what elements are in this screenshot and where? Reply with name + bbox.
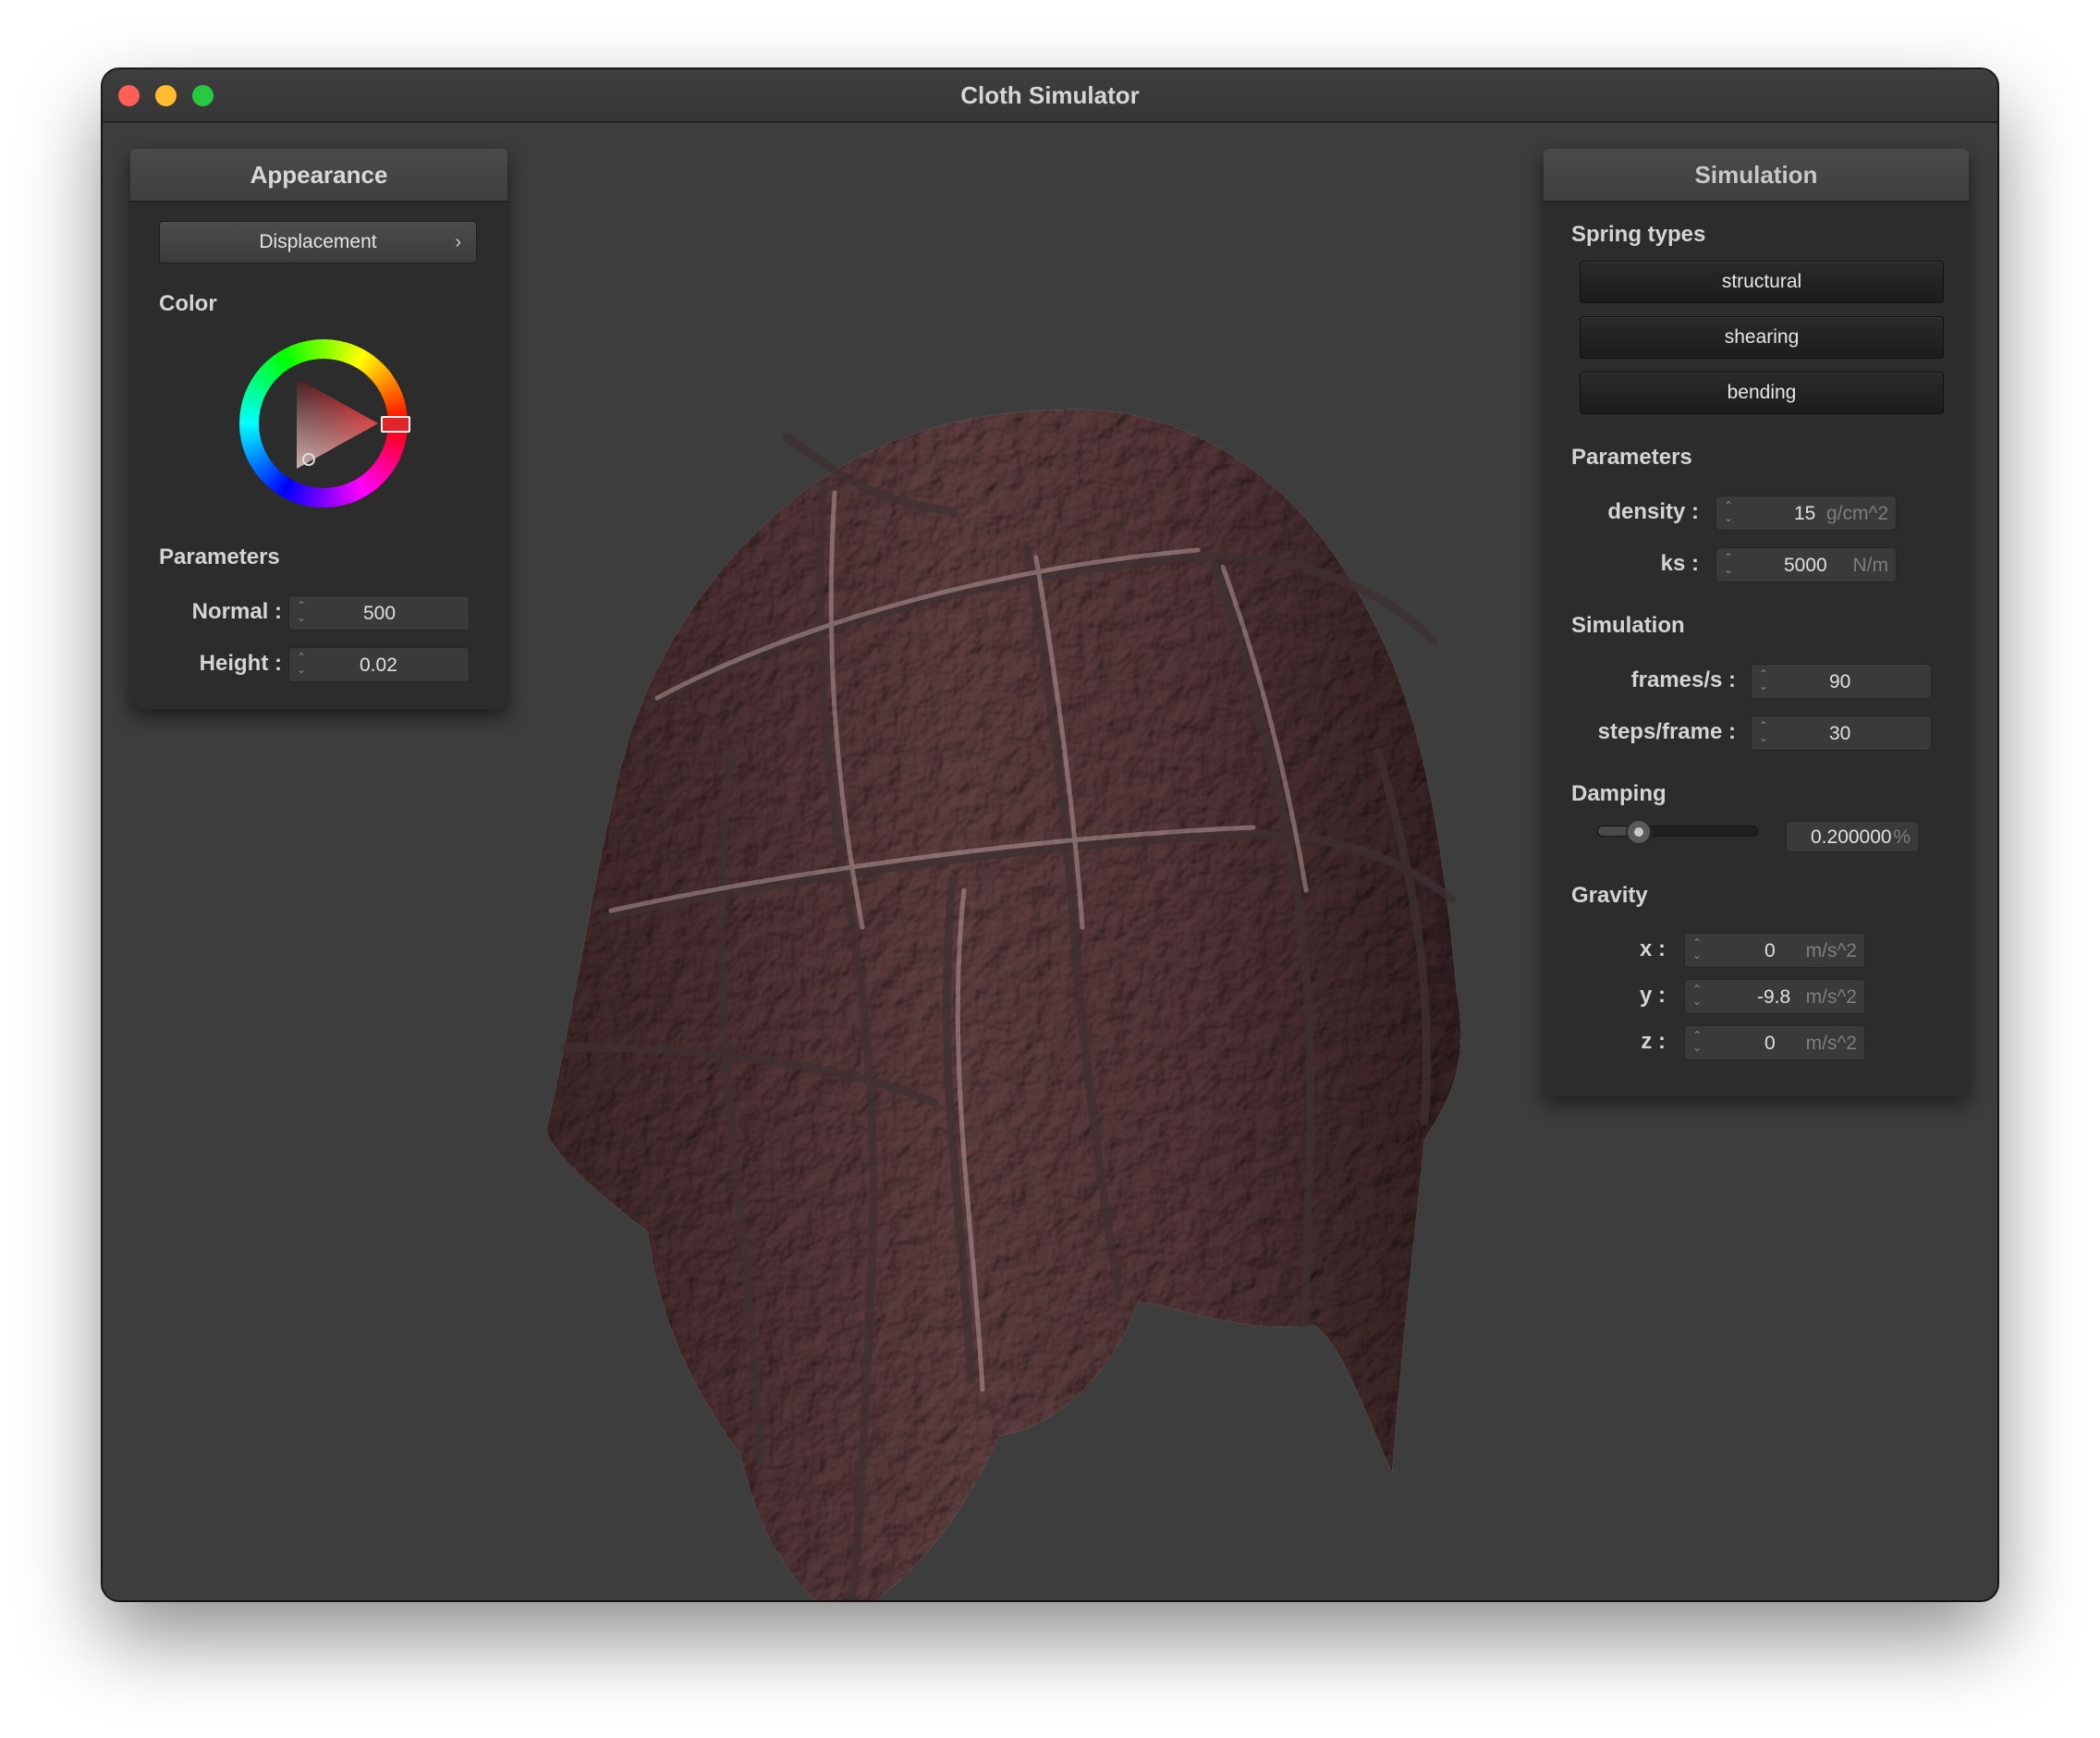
- gravity-x-unit: m/s^2: [1805, 940, 1857, 961]
- stepper-arrows-icon[interactable]: ⌃ ⌄: [297, 600, 306, 624]
- gravity-z-unit: m/s^2: [1805, 1033, 1857, 1054]
- steps-per-frame-spinbox[interactable]: ⌃ ⌄ 30: [1751, 716, 1932, 751]
- spring-types-label: Spring types: [1571, 222, 1706, 247]
- normal-label: Normal :: [191, 599, 282, 624]
- simulation-section-label: Simulation: [1571, 613, 1685, 638]
- appearance-panel-header[interactable]: Appearance: [130, 149, 507, 202]
- displacement-mode-label: Displacement: [259, 231, 377, 252]
- damping-unit: %: [1893, 826, 1911, 848]
- normal-value: 500: [363, 603, 397, 624]
- damping-label: Damping: [1571, 781, 1667, 806]
- height-spinbox[interactable]: ⌃ ⌄ 0.02: [288, 647, 470, 682]
- stepper-arrows-icon[interactable]: ⌃ ⌄: [1759, 668, 1768, 692]
- steps-per-frame-label: steps/frame :: [1597, 719, 1736, 744]
- stepper-arrows-icon[interactable]: ⌃ ⌄: [1724, 552, 1733, 576]
- gravity-z-spinbox[interactable]: ⌃ ⌄ 0 m/s^2: [1684, 1025, 1865, 1060]
- steps-per-frame-value: 30: [1829, 723, 1851, 744]
- damping-slider-knob[interactable]: [1625, 819, 1652, 845]
- simulation-panel-header[interactable]: Simulation: [1544, 149, 1969, 202]
- gravity-y-unit: m/s^2: [1805, 986, 1857, 1008]
- gravity-z-value: 0: [1764, 1033, 1776, 1054]
- cloth-mesh-render: [546, 400, 1581, 1600]
- structural-spring-button[interactable]: structural: [1580, 261, 1944, 303]
- height-value: 0.02: [360, 655, 397, 676]
- frames-per-second-value: 90: [1829, 671, 1851, 692]
- damping-value: 0.200000: [1811, 826, 1892, 848]
- stepper-arrows-icon[interactable]: ⌃ ⌄: [297, 652, 306, 676]
- gravity-x-spinbox[interactable]: ⌃ ⌄ 0 m/s^2: [1684, 933, 1865, 968]
- color-wheel[interactable]: [239, 339, 410, 508]
- shearing-spring-button[interactable]: shearing: [1580, 316, 1944, 359]
- gravity-x-label: x :: [1639, 936, 1666, 961]
- chevron-right-icon: ›: [455, 232, 461, 252]
- gravity-y-spinbox[interactable]: ⌃ ⌄ -9.8 m/s^2: [1684, 979, 1865, 1014]
- stepper-arrows-icon[interactable]: ⌃ ⌄: [1692, 937, 1702, 961]
- simulation-panel: Simulation Spring types structural shear…: [1544, 149, 1969, 1096]
- stepper-arrows-icon[interactable]: ⌃ ⌄: [1759, 720, 1768, 744]
- gravity-y-value: -9.8: [1757, 986, 1791, 1008]
- damping-value-box[interactable]: 0.200000 %: [1786, 821, 1919, 852]
- density-value: 15: [1794, 503, 1816, 524]
- color-section-label: Color: [159, 291, 217, 316]
- frames-per-second-spinbox[interactable]: ⌃ ⌄ 90: [1751, 664, 1932, 699]
- appearance-panel: Appearance Displacement › Color Paramete…: [130, 149, 507, 709]
- stepper-arrows-icon[interactable]: ⌃ ⌄: [1692, 984, 1702, 1008]
- stepper-arrows-icon[interactable]: ⌃ ⌄: [1724, 500, 1733, 524]
- title-bar: Cloth Simulator: [103, 69, 1997, 123]
- stepper-arrows-icon[interactable]: ⌃ ⌄: [1692, 1030, 1702, 1054]
- ks-label: ks :: [1660, 551, 1699, 576]
- density-spinbox[interactable]: ⌃ ⌄ 15 g/cm^2: [1715, 496, 1897, 531]
- density-unit: g/cm^2: [1825, 503, 1888, 524]
- gravity-y-label: y :: [1639, 983, 1666, 1008]
- ks-unit: N/m: [1852, 555, 1889, 576]
- ks-spinbox[interactable]: ⌃ ⌄ 5000 N/m: [1715, 547, 1897, 582]
- height-label: Height :: [199, 651, 282, 676]
- normal-spinbox[interactable]: ⌃ ⌄ 500: [288, 595, 470, 630]
- gravity-label: Gravity: [1571, 883, 1648, 908]
- ks-value: 5000: [1784, 555, 1827, 576]
- damping-slider[interactable]: [1597, 819, 1758, 845]
- density-label: density :: [1607, 499, 1699, 524]
- simulation-parameters-label: Parameters: [1571, 445, 1692, 470]
- appearance-parameters-label: Parameters: [159, 545, 280, 569]
- displacement-mode-button[interactable]: Displacement ›: [159, 221, 477, 263]
- bending-spring-button[interactable]: bending: [1580, 372, 1944, 414]
- frames-per-second-label: frames/s :: [1630, 667, 1736, 692]
- gravity-z-label: z :: [1641, 1029, 1666, 1054]
- window-title: Cloth Simulator: [960, 81, 1140, 109]
- hue-selector-handle[interactable]: [381, 416, 410, 433]
- gravity-x-value: 0: [1764, 940, 1776, 961]
